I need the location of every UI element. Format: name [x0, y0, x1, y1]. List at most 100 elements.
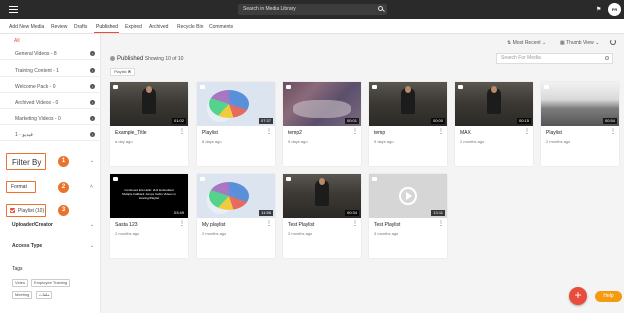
category-all[interactable]: All [14, 38, 20, 44]
more-options-icon[interactable]: ⋮ [352, 221, 358, 227]
duration-badge: 00:34 [344, 210, 359, 216]
category-item[interactable]: Training Content - 1 › [0, 64, 101, 77]
tags-title: Tags [12, 266, 23, 272]
media-title[interactable]: My playlist [202, 222, 225, 228]
duration-badge: 00:00 [430, 118, 445, 124]
category-item[interactable]: Welcome Pack - 0 › [0, 80, 101, 93]
more-options-icon[interactable]: ⋮ [266, 221, 272, 227]
playlist-checkbox[interactable] [10, 208, 15, 213]
media-card[interactable]: 00:54 Playlist 2 months ago ⋮ [541, 82, 619, 166]
sort-dropdown[interactable]: ⇅ Most Recent ⌄ [507, 40, 546, 46]
avatar[interactable]: PR [608, 3, 621, 16]
uploader-creator-title[interactable]: Uploader/Creator [12, 222, 53, 228]
chevron-down-icon[interactable]: ⌄ [90, 222, 94, 228]
access-type-title[interactable]: Access Type [12, 243, 42, 249]
refresh-icon[interactable] [610, 39, 616, 45]
active-filter-chip[interactable]: Playlist ✖ [110, 68, 136, 76]
chevron-down-icon[interactable]: ⌄ [90, 158, 94, 164]
playlist-folder-icon [544, 85, 549, 89]
tab-archived[interactable]: Archived [149, 24, 168, 30]
media-title[interactable]: Example_Title [115, 130, 147, 136]
tag-chip[interactable]: Employee Training [31, 279, 71, 287]
media-library-search[interactable]: Search in Media Library [238, 4, 387, 15]
category-item[interactable]: فيديو - 1 › [0, 128, 101, 141]
tab-recycle-bin[interactable]: Recycle Bin [177, 24, 203, 30]
media-thumbnail[interactable]: 11:56 [197, 174, 275, 218]
tab-drafts[interactable]: Drafts [74, 24, 87, 30]
media-card[interactable]: 01:02 Example_Title a day ago ⋮ [110, 82, 188, 166]
chevron-right-icon: › [90, 84, 95, 89]
media-title[interactable]: Sasta 123 [115, 222, 138, 228]
category-label: Archived Videos - 0 [15, 100, 59, 106]
media-card[interactable]: 00:15 MAX 2 months ago ⋮ [455, 82, 533, 166]
flag-icon[interactable]: ⚑ [596, 6, 601, 13]
media-card[interactable]: 07:37 Playlist 8 days ago ⋮ [197, 82, 275, 166]
media-thumbnail[interactable]: 13:11 [369, 174, 447, 218]
media-date: 2 months ago [460, 139, 485, 144]
category-label: Welcome Pack - 0 [15, 84, 56, 90]
more-options-icon[interactable]: ⋮ [179, 221, 185, 227]
chevron-down-icon[interactable]: ⌄ [90, 243, 94, 249]
help-button[interactable]: Help [595, 291, 622, 302]
tag-chip[interactable]: Video [12, 279, 29, 287]
media-date: 2 months ago [115, 231, 140, 236]
media-card[interactable]: 00:00 temp 9 days ago ⋮ [369, 82, 447, 166]
more-options-icon[interactable]: ⋮ [438, 221, 444, 227]
chevron-up-icon[interactable]: ˄ [90, 184, 93, 190]
search-icon[interactable] [378, 6, 383, 11]
media-thumbnail[interactable]: 00:15 [455, 82, 533, 126]
tag-chip[interactable]: Meeting [12, 291, 33, 299]
annotation-badge-3: 3 [58, 205, 69, 216]
media-thumbnail[interactable]: Continued Era Hello: 2H1 Embedded Multip… [110, 174, 188, 218]
media-thumbnail[interactable]: 07:37 [197, 82, 275, 126]
media-card[interactable]: 11:56 My playlist 2 months ago ⋮ [197, 174, 275, 258]
media-title[interactable]: Test Playlist [374, 222, 400, 228]
media-title[interactable]: Playlist [202, 130, 218, 136]
annotation-badge-2: 2 [58, 182, 69, 193]
media-title[interactable]: Playlist [546, 130, 562, 136]
more-options-icon[interactable]: ⋮ [352, 129, 358, 135]
play-icon[interactable] [399, 187, 417, 205]
media-thumbnail[interactable]: 01:02 [110, 82, 188, 126]
media-card[interactable]: Continued Era Hello: 2H1 Embedded Multip… [110, 174, 188, 258]
more-options-icon[interactable]: ⋮ [179, 129, 185, 135]
media-title[interactable]: MAX [460, 130, 471, 136]
media-card[interactable]: 13:11 Test Playlist 3 months ago ⋮ [369, 174, 447, 258]
media-thumbnail[interactable]: 00:34 [283, 174, 361, 218]
tab-expired[interactable]: Expired [125, 24, 142, 30]
more-options-icon[interactable]: ⋮ [266, 129, 272, 135]
tab-comments[interactable]: Comments [209, 24, 233, 30]
more-options-icon[interactable]: ⋮ [524, 129, 530, 135]
showing-count: Showing 10 of 10 [144, 56, 184, 62]
category-label: Training Content - 1 [15, 68, 60, 74]
more-options-icon[interactable]: ⋮ [438, 129, 444, 135]
media-card[interactable]: 00:01 temp2 9 days ago ⋮ [283, 82, 361, 166]
media-thumbnail[interactable]: 00:00 [369, 82, 447, 126]
category-item[interactable]: General Videos - 8 › [0, 47, 101, 60]
media-title[interactable]: temp2 [288, 130, 302, 136]
add-media-fab[interactable]: + [569, 287, 587, 305]
tab-published[interactable]: Published [96, 24, 118, 30]
search-for-media-input[interactable]: Search For Media [496, 53, 613, 64]
hamburger-menu-icon[interactable] [9, 6, 18, 13]
playlist-folder-icon [286, 177, 291, 181]
tab-review[interactable]: Review [51, 24, 67, 30]
category-item[interactable]: Marketing Videos - 0 › [0, 112, 101, 125]
category-item[interactable]: Archived Videos - 0 › [0, 96, 101, 109]
tag-chip[interactable]: ملفات [36, 291, 53, 299]
search-icon[interactable] [605, 56, 609, 60]
media-thumbnail[interactable]: 00:54 [541, 82, 619, 126]
playlist-folder-icon [286, 85, 291, 89]
format-title[interactable]: Format [11, 184, 27, 190]
playlist-filter-label[interactable]: Playlist (10) [18, 208, 44, 214]
media-title[interactable]: Test Playlist [288, 222, 314, 228]
tab-bar: Add New Media Review Drafts Published Ex… [0, 19, 624, 34]
media-thumbnail[interactable]: 00:01 [283, 82, 361, 126]
view-dropdown[interactable]: ▦ Thumb View ⌄ [560, 40, 599, 46]
tab-add-new-media[interactable]: Add New Media [9, 24, 44, 30]
playlist-folder-icon [372, 177, 377, 181]
media-title[interactable]: temp [374, 130, 385, 136]
duration-badge: 00:01 [344, 118, 359, 124]
more-options-icon[interactable]: ⋮ [610, 129, 616, 135]
media-card[interactable]: 00:34 Test Playlist 2 months ago ⋮ [283, 174, 361, 258]
